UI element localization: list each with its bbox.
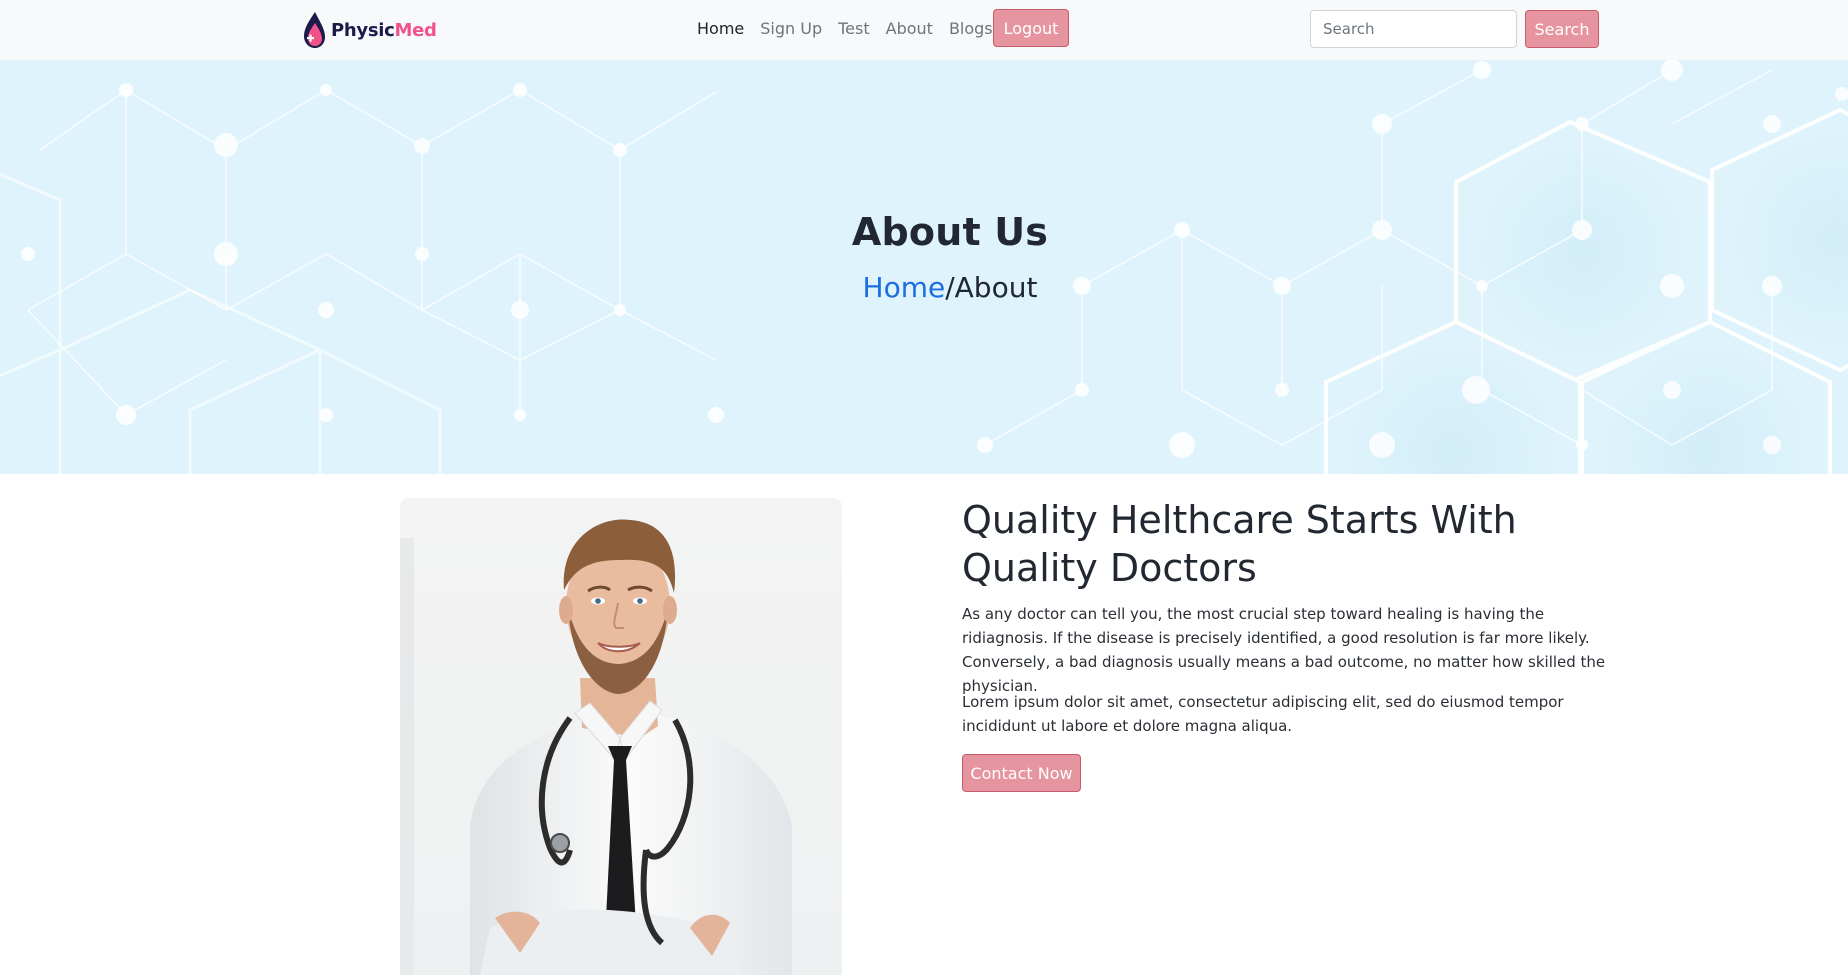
page-title: About Us <box>851 210 1049 254</box>
nav-link-blogs[interactable]: Blogs <box>949 18 993 40</box>
search-input[interactable] <box>1310 10 1517 48</box>
nav-link-about[interactable]: About <box>886 18 933 40</box>
brand-logo[interactable]: PhysicMed <box>301 10 437 50</box>
hexagon-network-background <box>0 60 1848 474</box>
contact-now-button[interactable]: Contact Now <box>962 754 1081 792</box>
search-button[interactable]: Search <box>1525 10 1599 48</box>
navbar: PhysicMed Home Sign Up Test About Blogs … <box>0 0 1848 60</box>
section-title: Quality Helthcare Starts With Quality Do… <box>962 496 1662 592</box>
doctor-illustration <box>400 498 842 975</box>
description-paragraph-1: As any doctor can tell you, the most cru… <box>962 605 1606 695</box>
drop-logo-icon <box>304 12 325 48</box>
breadcrumb-separator: / <box>945 271 955 304</box>
section-title-line2: Quality Doctors <box>962 546 1257 590</box>
brand-name-part2: Med <box>394 19 437 41</box>
brand-name-part1: Physic <box>331 19 395 41</box>
logout-button[interactable]: Logout <box>993 9 1069 47</box>
breadcrumb-home-link[interactable]: Home <box>863 271 946 304</box>
nav-link-home[interactable]: Home <box>697 18 744 40</box>
nav-links: Home Sign Up Test About Blogs <box>697 18 1009 40</box>
section-title-line1: Quality Helthcare Starts With <box>962 498 1517 542</box>
doctor-photo <box>400 498 842 975</box>
nav-link-sign-up[interactable]: Sign Up <box>760 18 822 40</box>
hero-banner: About Us Home/About <box>0 60 1848 474</box>
breadcrumb-current: About <box>954 271 1038 304</box>
description-paragraph-2: Lorem ipsum dolor sit amet, consectetur … <box>962 693 1564 735</box>
nav-link-test[interactable]: Test <box>838 18 870 40</box>
brand-name: PhysicMed <box>331 20 437 41</box>
breadcrumb: Home/About <box>0 271 1848 304</box>
